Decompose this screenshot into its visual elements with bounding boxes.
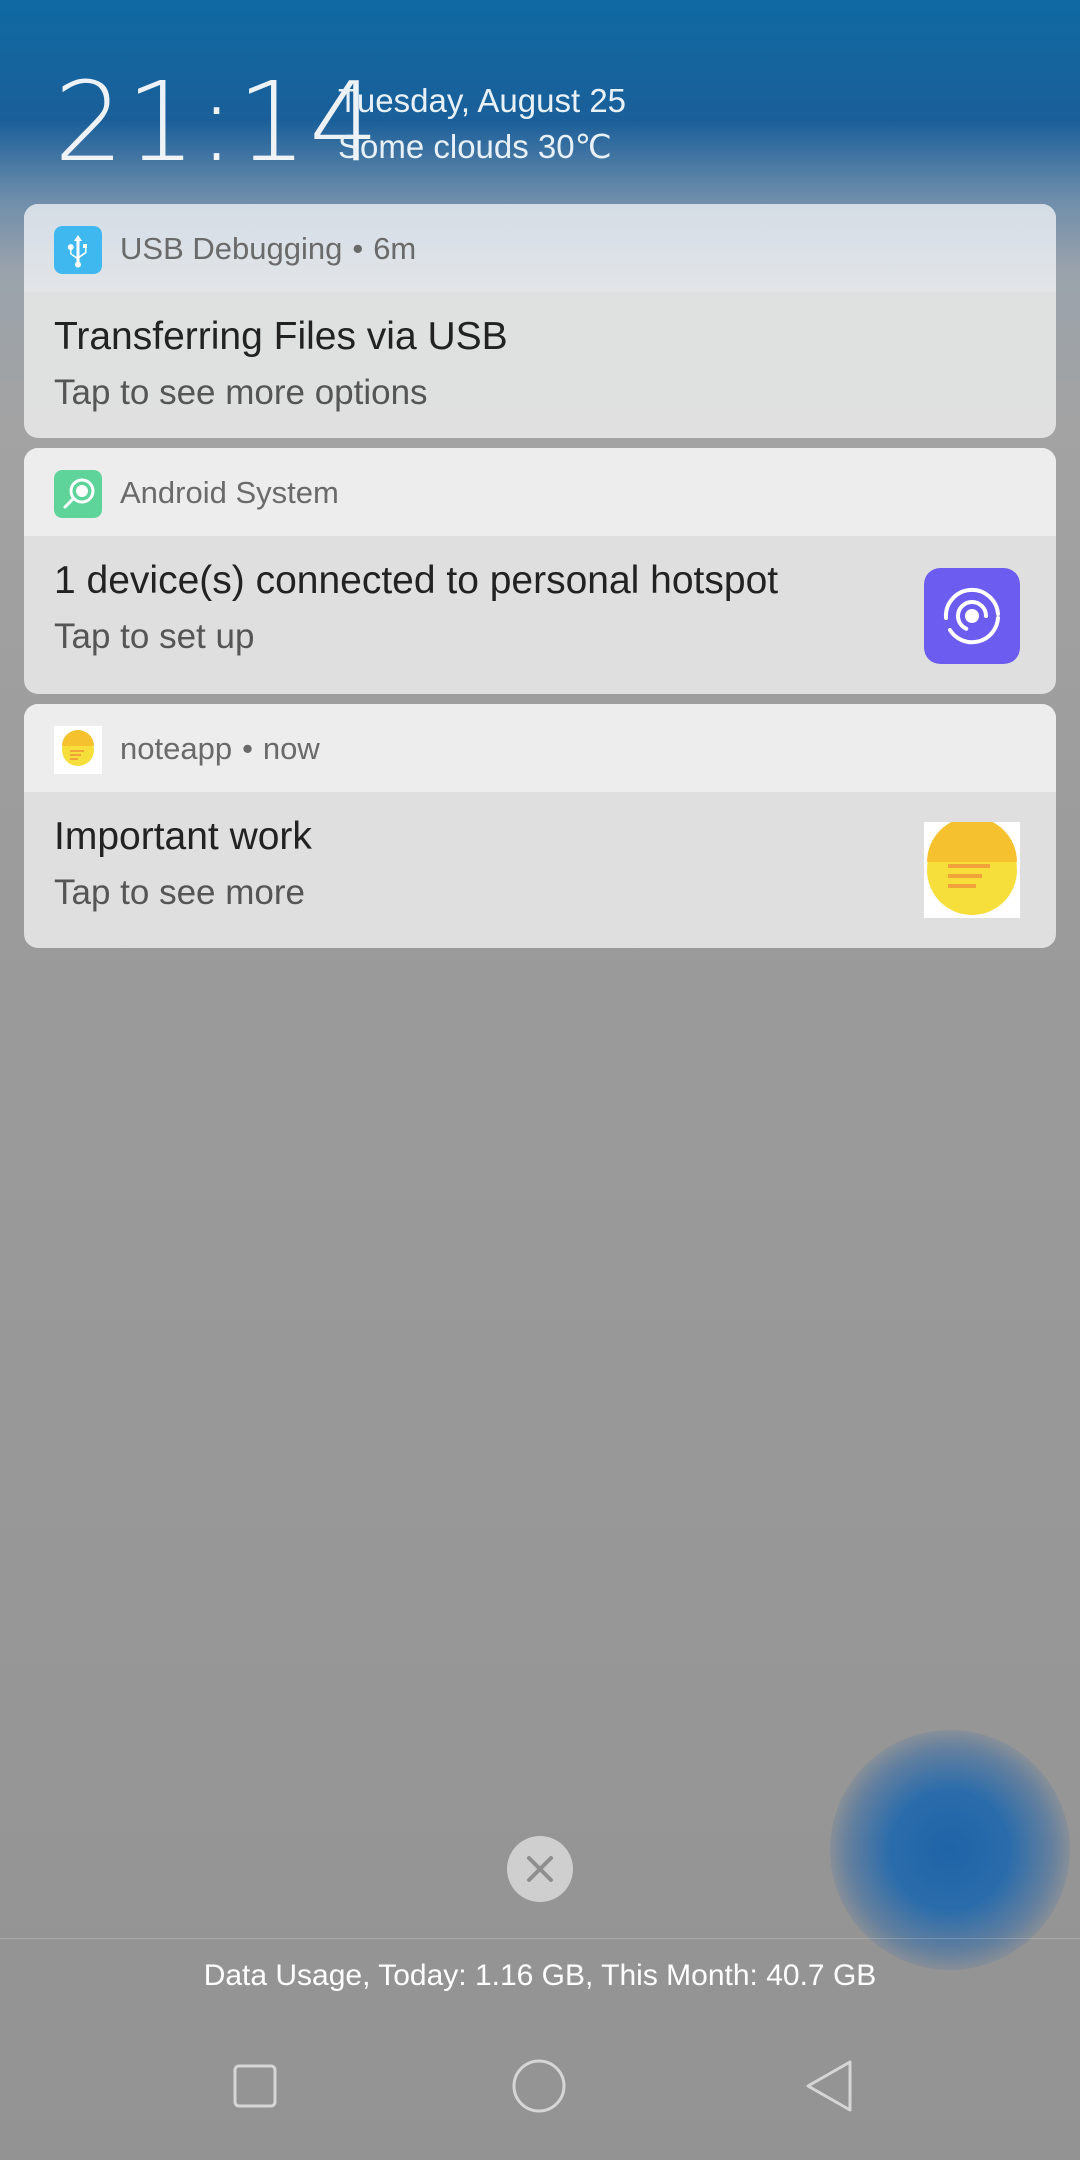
hotspot-icon [924,568,1020,664]
notification-android-system[interactable]: Android System 1 device(s) connected to … [24,448,1056,694]
circle-icon[interactable] [509,2056,569,2116]
triangle-back-icon[interactable] [800,2056,860,2116]
notification-usb-debugging[interactable]: USB Debugging • 6m Transferring Files via … [24,204,1056,438]
notification-noteapp[interactable]: noteapp • now Important work Tap to see mo… [24,704,1056,948]
notification-text: Tap to see more options [54,373,428,412]
background-blur-blob [830,1730,1070,1970]
weather-text: Some clouds 30℃ [338,128,612,165]
notification-title: Important work [54,815,312,858]
note-icon [54,726,102,774]
notification-header: Android System [24,448,1056,536]
notification-header: USB Debugging • 6m [24,204,1056,292]
clock-time: 21:14 [54,58,382,186]
date-weather: Tuesday, August 25 Some clouds 30℃ [338,78,626,170]
app-name: Android System [120,475,339,510]
notification-header: noteapp • now [24,704,1056,792]
notification-app-label: noteapp • now [120,728,320,770]
hotspot-app-icon [54,470,102,518]
separator-dot: • [242,731,253,766]
close-icon [527,1856,553,1882]
notification-time: 6m [373,231,417,266]
app-name: noteapp [120,731,233,766]
usb-icon [54,226,102,274]
note-icon [924,822,1020,918]
notification-time: now [262,731,320,766]
notification-title: 1 device(s) connected to personal hotspo… [54,559,779,602]
notification-text: Tap to see more [54,873,305,912]
date-text: Tuesday, August 25 [338,82,627,119]
notification-shade: 21:14 Tuesday, August 25 Some clouds 30℃… [0,0,1080,2160]
app-name: USB Debugging [120,231,343,266]
separator-dot: • [352,231,364,266]
data-usage-text: Data Usage, Today: 1.16 GB, This Month: … [203,1959,877,1992]
notification-app-label: USB Debugging • 6m [120,228,416,270]
notification-title: Transferring Files via USB [54,315,508,358]
clear-all-button[interactable] [507,1836,573,1902]
footer-divider [0,1938,1080,1939]
notification-text: Tap to set up [54,617,255,656]
square-icon[interactable] [225,2056,285,2116]
